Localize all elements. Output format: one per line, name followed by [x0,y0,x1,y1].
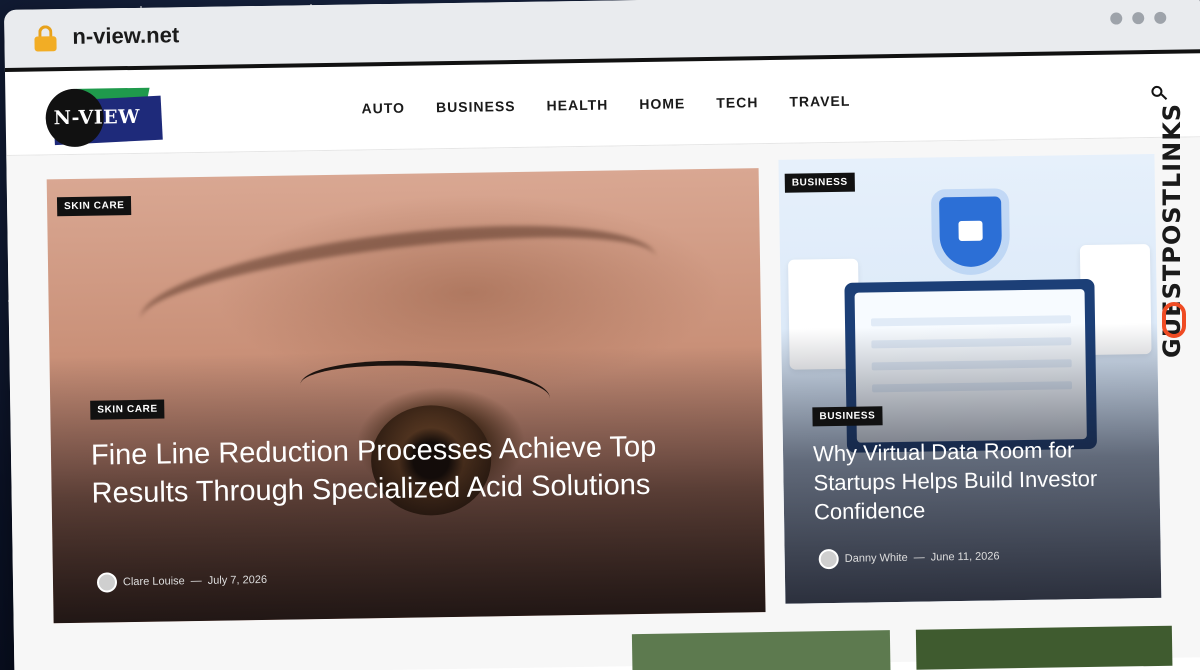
article-title[interactable]: Fine Line Reduction Processes Achieve To… [91,428,672,513]
nav-item-auto[interactable]: AUTO [361,100,405,117]
meta-separator: — [190,574,202,588]
author-name[interactable]: Clare Louise [123,575,185,588]
article-thumbnail[interactable] [915,625,1173,670]
article-title[interactable]: Why Virtual Data Room for Startups Helps… [813,435,1114,527]
author-name[interactable]: Danny White [845,552,908,565]
address-bar[interactable]: n-view.net [72,22,179,50]
site-logo[interactable]: N-VIEW [45,84,164,148]
article-date: June 11, 2026 [930,550,1000,564]
article-meta: Danny White — June 11, 2026 [818,546,1000,570]
article-thumbnail[interactable] [631,630,891,670]
browser-window: n-view.net N-VIEW AUTO BUSINESS HEALTH H… [4,0,1200,670]
window-dot-icon[interactable] [1132,12,1145,25]
window-dot-icon[interactable] [1154,11,1167,24]
watermark: GUESTPOSTLINKS [1158,58,1194,358]
nav-item-home[interactable]: HOME [639,95,685,112]
nav-item-tech[interactable]: TECH [716,94,758,111]
category-tag[interactable]: BUSINESS [812,406,883,427]
avatar [818,548,839,570]
meta-separator: — [913,551,925,564]
category-tag[interactable]: BUSINESS [784,172,855,193]
window-controls [1110,11,1167,25]
article-meta: Clare Louise — July 7, 2026 [96,570,268,593]
avatar [96,572,118,593]
lock-icon [34,25,57,52]
main-content: SKIN CARE SKIN CARE Fine Line Reduction … [6,137,1200,670]
nav-item-business[interactable]: BUSINESS [436,98,516,115]
side-article[interactable]: BUSINESS BUSINESS Why Virtual Data Room … [778,153,1162,604]
nav-item-travel[interactable]: TRAVEL [789,93,850,110]
category-tag[interactable]: SKIN CARE [90,399,165,420]
link-icon [1162,302,1186,338]
category-tag[interactable]: SKIN CARE [56,196,132,217]
featured-article[interactable]: SKIN CARE SKIN CARE Fine Line Reduction … [46,168,766,624]
logo-text: N-VIEW [53,105,141,130]
window-dot-icon[interactable] [1110,12,1123,25]
main-nav: AUTO BUSINESS HEALTH HOME TECH TRAVEL [361,93,850,117]
nav-item-health[interactable]: HEALTH [546,97,608,114]
article-date: July 7, 2026 [207,573,268,587]
